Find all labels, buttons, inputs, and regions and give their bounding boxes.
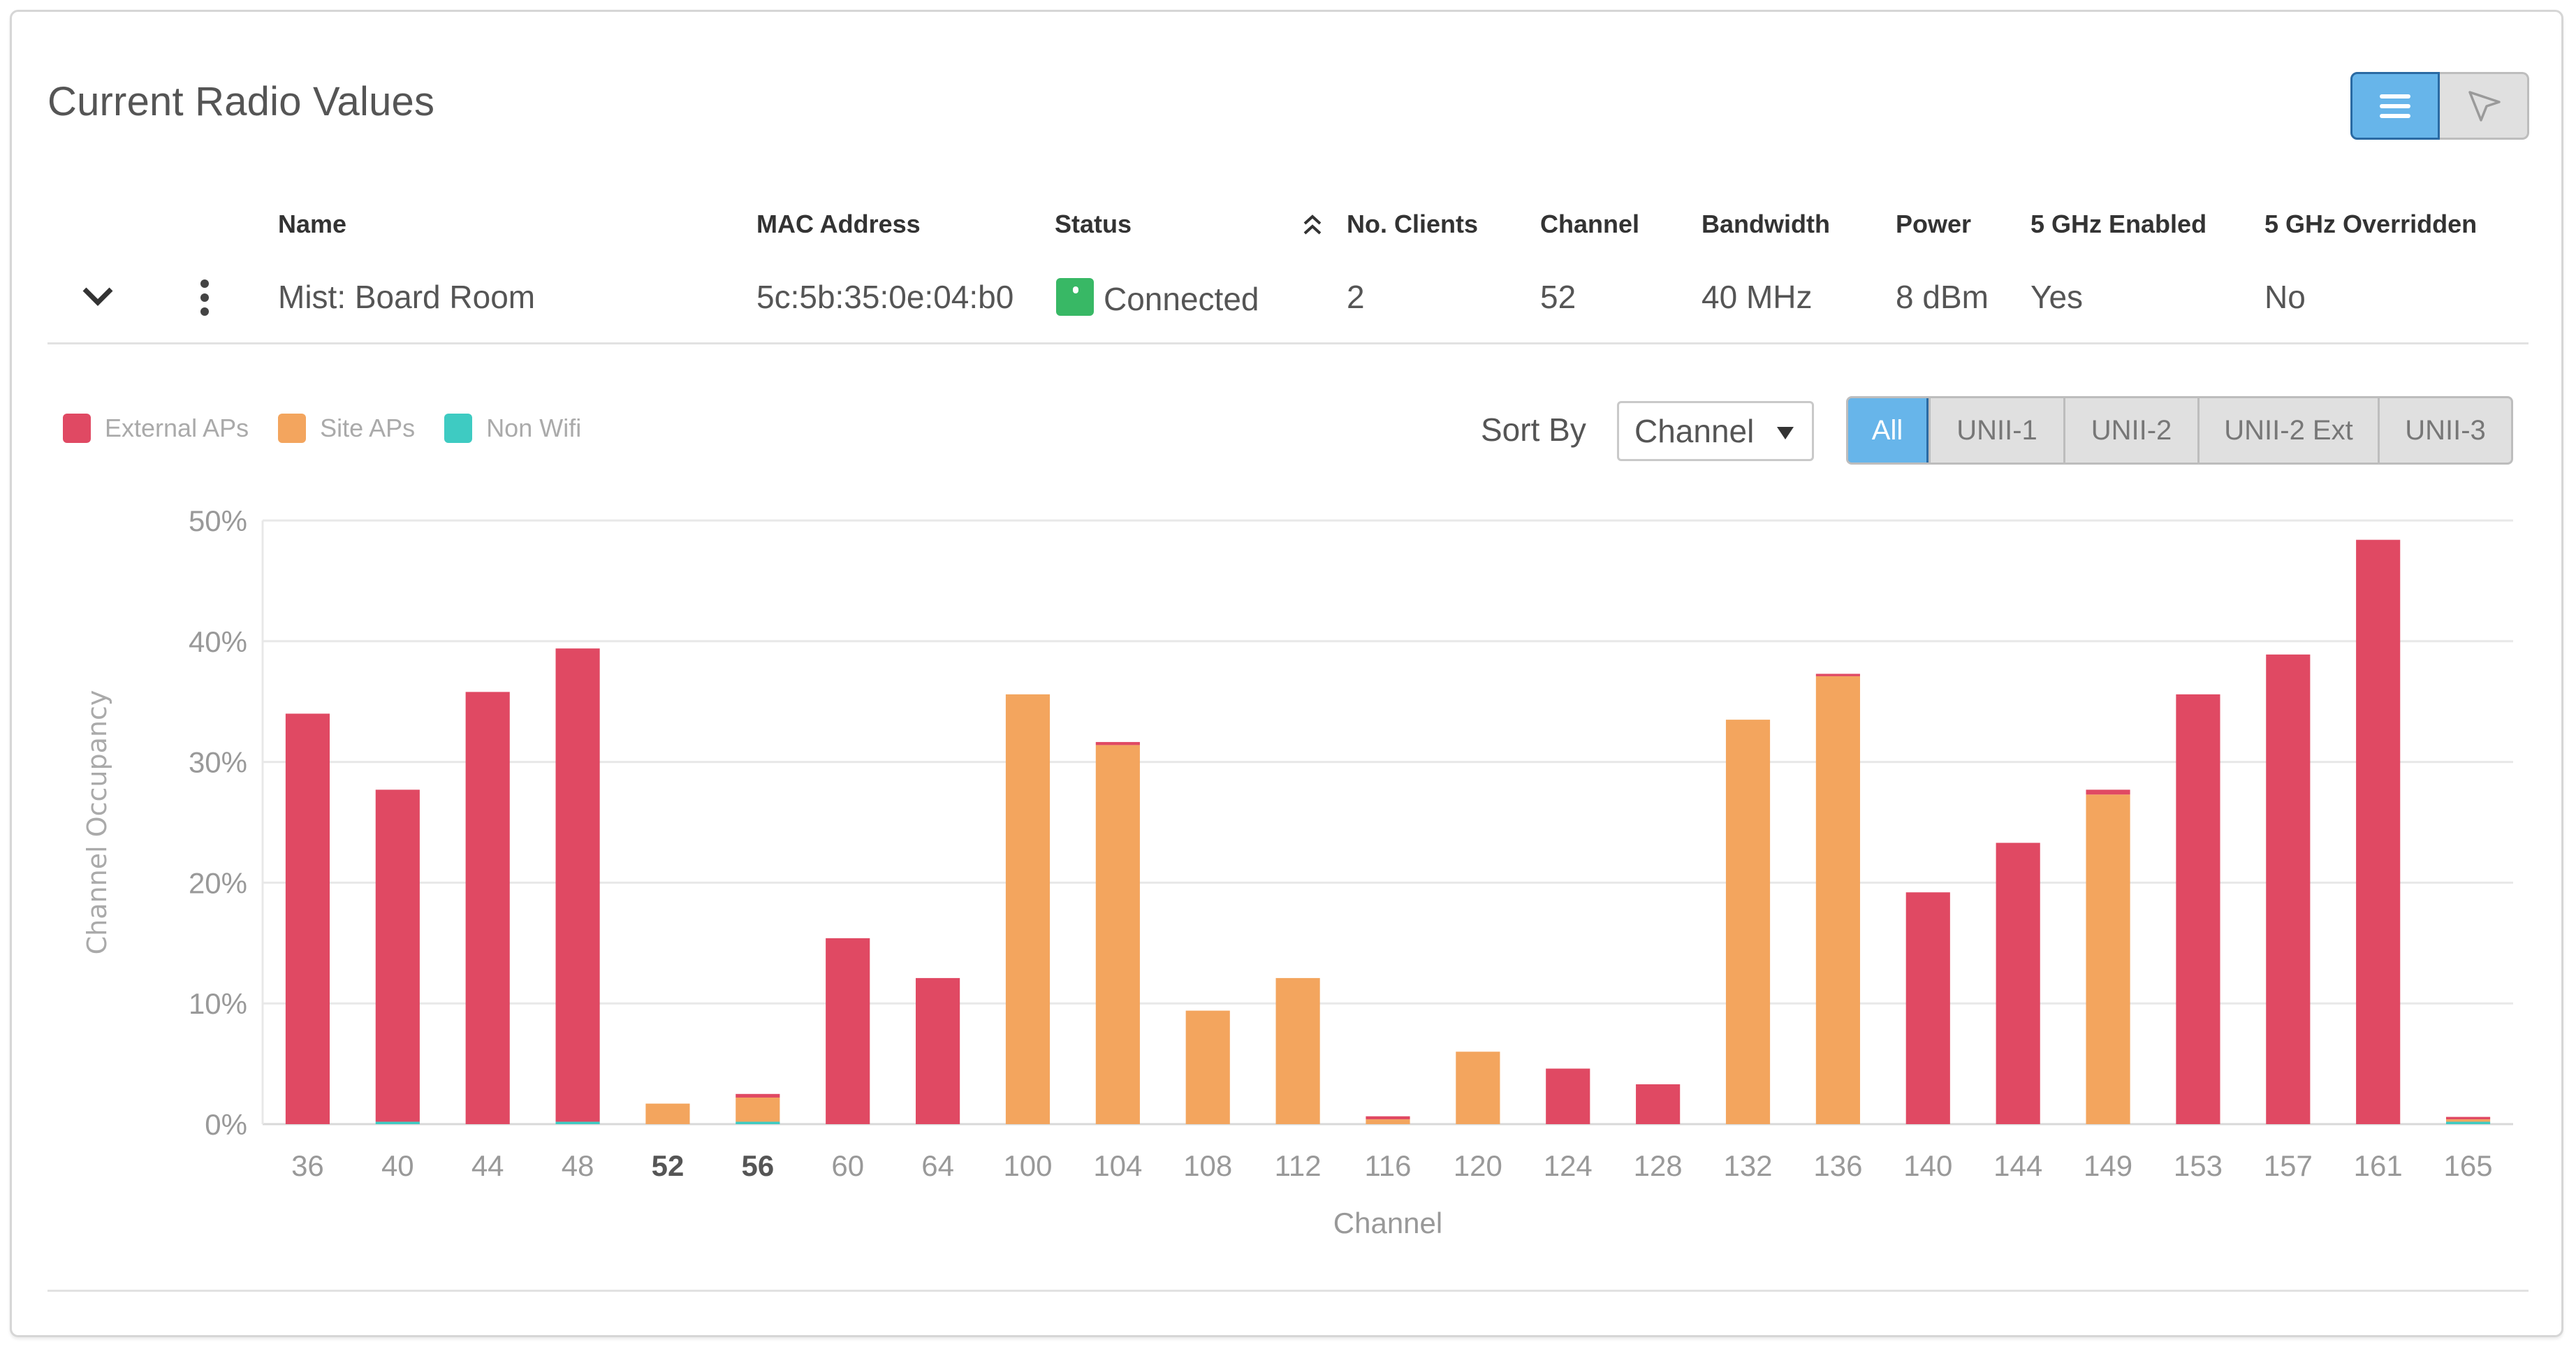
y-tick-label: 10% <box>189 987 247 1020</box>
bar-segment-site[interactable] <box>1275 977 1320 1124</box>
x-tick-label: 120 <box>1454 1149 1502 1182</box>
bar-stack-channel-112[interactable] <box>1275 977 1320 1124</box>
bar-segment-external[interactable] <box>2176 694 2220 1124</box>
x-tick-label: 128 <box>1634 1149 1683 1182</box>
bar-segment-nonwifi[interactable] <box>375 1121 420 1124</box>
y-tick-label: 0% <box>205 1108 247 1141</box>
bar-stack-channel-40[interactable] <box>375 789 420 1124</box>
bar-segment-site[interactable] <box>2445 1119 2491 1122</box>
bar-segment-site[interactable] <box>1815 676 1860 1124</box>
bar-stack-channel-56[interactable] <box>736 1093 780 1124</box>
x-tick-label: 56 <box>741 1149 774 1182</box>
bar-stack-channel-52[interactable] <box>645 1103 690 1124</box>
bar-stack-channel-120[interactable] <box>1456 1051 1500 1124</box>
bar-stack-channel-140[interactable] <box>1905 892 1950 1124</box>
x-tick-label: 36 <box>291 1149 324 1182</box>
bar-segment-external[interactable] <box>916 977 960 1124</box>
bar-segment-external[interactable] <box>1905 892 1950 1124</box>
bar-segment-site[interactable] <box>1725 720 1771 1124</box>
x-axis-title: Channel <box>1333 1207 1442 1239</box>
bar-segment-nonwifi[interactable] <box>2445 1121 2491 1124</box>
bar-stack-channel-149[interactable] <box>2086 789 2130 1124</box>
bar-segment-external[interactable] <box>1636 1084 1681 1124</box>
bar-segment-site[interactable] <box>1456 1051 1500 1124</box>
bar-segment-site[interactable] <box>1366 1119 1410 1124</box>
bar-segment-external[interactable] <box>555 648 600 1122</box>
bar-segment-external[interactable] <box>1815 674 1860 676</box>
x-tick-label: 144 <box>1993 1149 2042 1182</box>
bar-stack-channel-165[interactable] <box>2445 1116 2491 1124</box>
y-tick-label: 20% <box>189 866 247 899</box>
x-tick-label: 149 <box>2084 1149 2132 1182</box>
y-tick-label: 50% <box>189 504 247 537</box>
bar-stack-channel-48[interactable] <box>555 648 600 1124</box>
x-tick-label: 136 <box>1813 1149 1862 1182</box>
x-tick-label: 112 <box>1275 1149 1322 1182</box>
chart-grid <box>261 519 2513 1126</box>
x-axis-ticks: 36 40 44 48 52 56 60 64 100 104 108 112 116 120 124 128… <box>291 1149 2493 1182</box>
bar-segment-nonwifi[interactable] <box>555 1121 600 1124</box>
bar-stack-channel-124[interactable] <box>1546 1068 1590 1124</box>
x-tick-label: 124 <box>1544 1149 1593 1182</box>
bar-segment-site[interactable] <box>736 1097 780 1122</box>
bar-segment-external[interactable] <box>1095 742 1140 745</box>
bar-stack-channel-161[interactable] <box>2356 539 2401 1124</box>
bar-stack-channel-132[interactable] <box>1725 720 1771 1124</box>
x-tick-label: 100 <box>1003 1149 1052 1182</box>
bar-segment-site[interactable] <box>1095 745 1140 1124</box>
bar-stack-channel-44[interactable] <box>465 692 510 1124</box>
bar-segment-external[interactable] <box>2356 539 2401 1124</box>
bar-segment-external[interactable] <box>285 713 330 1124</box>
y-tick-label: 40% <box>189 625 247 658</box>
x-tick-label: 157 <box>2264 1149 2313 1182</box>
x-tick-label: 165 <box>2444 1149 2493 1182</box>
bar-stack-channel-64[interactable] <box>916 977 960 1124</box>
bar-segment-site[interactable] <box>1005 694 1051 1124</box>
bar-stack-channel-60[interactable] <box>826 938 870 1124</box>
bar-segment-external[interactable] <box>826 938 870 1124</box>
bar-stack-channel-108[interactable] <box>1185 1010 1230 1124</box>
y-axis-ticks: 0% 10% 20% 30% 40% 50% <box>189 504 247 1141</box>
x-tick-label: 60 <box>831 1149 864 1182</box>
x-tick-label: 132 <box>1723 1149 1772 1182</box>
bar-stack-channel-136[interactable] <box>1815 674 1860 1124</box>
bar-segment-nonwifi[interactable] <box>736 1121 780 1124</box>
bar-stack-channel-104[interactable] <box>1095 742 1140 1124</box>
bar-segment-site[interactable] <box>1185 1010 1230 1124</box>
x-tick-label: 48 <box>562 1149 594 1182</box>
bar-segment-external[interactable] <box>736 1093 780 1098</box>
bar-segment-external[interactable] <box>1546 1068 1590 1124</box>
x-tick-label: 52 <box>652 1149 685 1182</box>
x-tick-label: 44 <box>471 1149 504 1182</box>
bar-segment-external[interactable] <box>2445 1116 2491 1120</box>
x-tick-label: 140 <box>1903 1149 1952 1182</box>
y-tick-label: 30% <box>189 746 247 779</box>
bar-segment-external[interactable] <box>465 692 510 1124</box>
bar-stack-channel-157[interactable] <box>2266 654 2311 1124</box>
bar-stack-channel-116[interactable] <box>1366 1116 1410 1124</box>
bar-segment-site[interactable] <box>2086 794 2130 1124</box>
bar-stack-channel-36[interactable] <box>285 713 330 1124</box>
bar-stack-channel-144[interactable] <box>1996 843 2040 1124</box>
x-tick-label: 40 <box>381 1149 414 1182</box>
x-tick-label: 153 <box>2174 1149 2223 1182</box>
x-tick-label: 104 <box>1093 1149 1142 1182</box>
bar-segment-external[interactable] <box>1996 843 2040 1124</box>
bar-segment-external[interactable] <box>1366 1116 1410 1120</box>
bottom-divider <box>47 1290 2529 1292</box>
bar-stack-channel-153[interactable] <box>2176 694 2220 1124</box>
x-tick-label: 116 <box>1365 1149 1412 1182</box>
x-tick-label: 64 <box>921 1149 954 1182</box>
chart-bars <box>285 539 2491 1124</box>
x-tick-label: 161 <box>2354 1149 2403 1182</box>
y-axis-title: Channel Occupancy <box>82 690 112 955</box>
bar-segment-external[interactable] <box>375 789 420 1122</box>
bar-stack-channel-128[interactable] <box>1636 1084 1681 1124</box>
bar-segment-external[interactable] <box>2086 789 2130 795</box>
x-tick-label: 108 <box>1183 1149 1232 1182</box>
bar-segment-site[interactable] <box>645 1103 690 1124</box>
channel-occupancy-chart: 0% 10% 20% 30% 40% 50% 36 40 44 48 52 56 60 64 100 104… <box>82 504 2513 1239</box>
bar-segment-external[interactable] <box>2266 654 2311 1124</box>
bar-stack-channel-100[interactable] <box>1005 694 1051 1124</box>
